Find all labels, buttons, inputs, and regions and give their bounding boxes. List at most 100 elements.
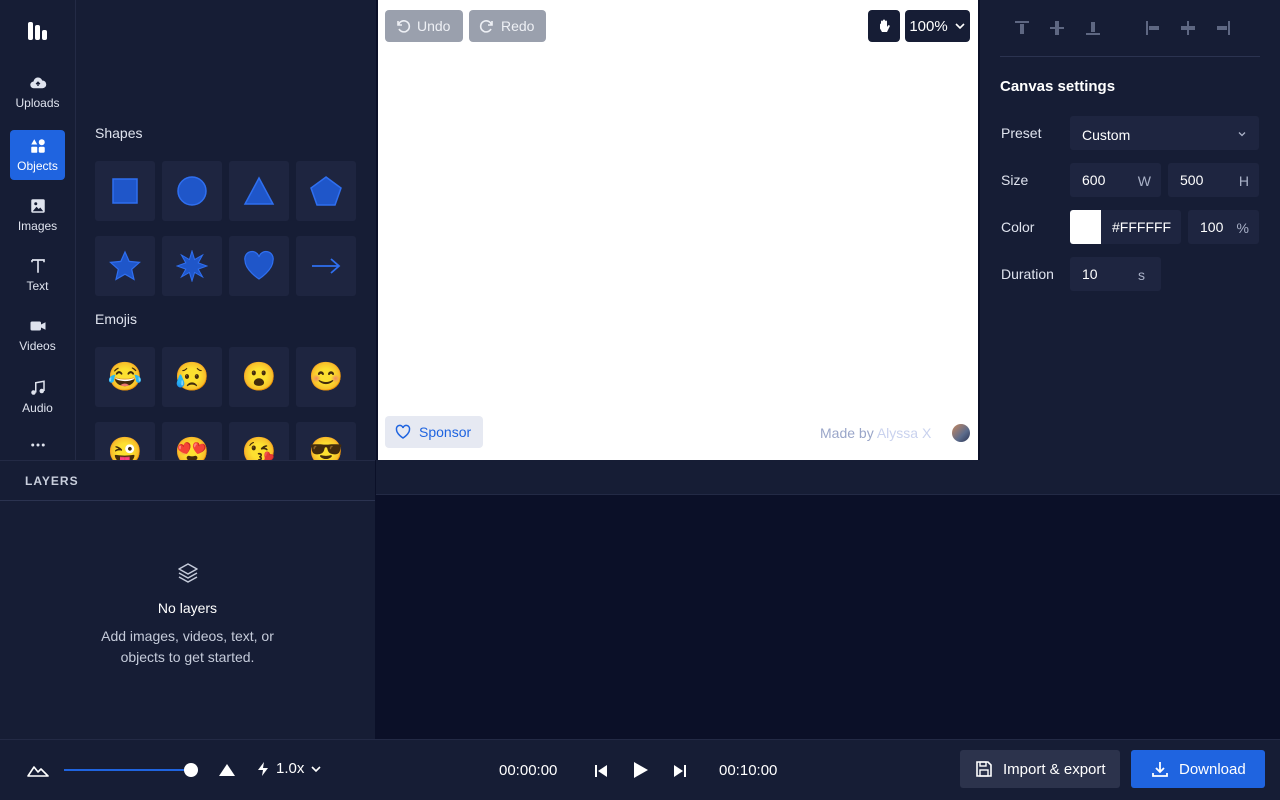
music-note-icon xyxy=(30,380,45,395)
more-horizontal-icon xyxy=(30,443,45,447)
align-right-icon[interactable] xyxy=(1213,18,1233,38)
undo-label: Undo xyxy=(417,18,451,34)
skip-forward-button[interactable] xyxy=(671,762,689,780)
layers-stack-icon xyxy=(177,563,198,583)
mountain-large-icon xyxy=(219,764,235,776)
zoom-in-button[interactable] xyxy=(218,761,236,779)
sponsor-label: Sponsor xyxy=(419,424,472,440)
download-button[interactable]: Download xyxy=(1131,750,1265,788)
timeline-zoom-track[interactable] xyxy=(64,769,198,771)
made-by-prefix: Made by xyxy=(820,425,874,441)
author-avatar xyxy=(952,424,970,442)
current-time: 00:00:00 xyxy=(499,762,558,779)
rail-item-images[interactable]: Images xyxy=(10,190,65,240)
shape-star-tile[interactable] xyxy=(95,236,155,296)
shapes-section-title: Shapes xyxy=(95,125,143,141)
timeline-ruler[interactable] xyxy=(376,460,1280,495)
made-by-credit[interactable]: Made by Alyssa X xyxy=(820,425,931,441)
shape-heart-tile[interactable] xyxy=(229,236,289,296)
rail-item-label: Uploads xyxy=(15,96,60,110)
duration-value: 10 xyxy=(1082,266,1098,282)
redo-icon xyxy=(479,20,493,33)
divider xyxy=(1000,56,1260,57)
color-swatch[interactable] xyxy=(1070,210,1101,244)
rail-item-videos[interactable]: Videos xyxy=(10,310,65,360)
layers-empty-state: No layers Add images, videos, text, or o… xyxy=(0,561,375,668)
align-top-icon[interactable] xyxy=(1012,18,1032,38)
shape-square-tile[interactable] xyxy=(95,161,155,221)
text-t-icon xyxy=(30,259,45,273)
left-rail: Uploads Objects Images Text Videos Audio xyxy=(0,0,76,460)
align-center-horizontal-icon[interactable] xyxy=(1178,18,1198,38)
align-left-icon[interactable] xyxy=(1143,18,1163,38)
preset-value: Custom xyxy=(1082,126,1131,143)
chevron-down-icon xyxy=(311,765,321,772)
canvas-settings-title: Canvas settings xyxy=(1000,78,1116,95)
color-hex-input[interactable]: #FFFFFF xyxy=(1101,210,1181,244)
timeline-zoom-knob[interactable] xyxy=(184,763,199,777)
emoji-tile[interactable]: 😘 xyxy=(229,422,289,460)
width-input[interactable]: 600 W xyxy=(1070,163,1161,197)
emoji-sunglasses-icon: 😎 xyxy=(308,436,344,461)
opacity-input[interactable]: 100 % xyxy=(1188,210,1259,244)
emoji-tile[interactable]: 😜 xyxy=(95,422,155,460)
burst-star-icon xyxy=(176,250,208,282)
height-input[interactable]: 500 H xyxy=(1168,163,1259,197)
rail-item-objects[interactable]: Objects xyxy=(10,130,65,180)
preset-label: Preset xyxy=(1001,125,1042,141)
play-icon xyxy=(634,762,648,778)
objects-grid-icon xyxy=(30,139,45,153)
objects-panel: Shapes Emojis 😂 😥 😮 😊 😜 😍 😘 😎 xyxy=(76,0,376,460)
emoji-tile[interactable]: 😍 xyxy=(162,422,222,460)
shape-pentagon-tile[interactable] xyxy=(296,161,356,221)
layers-panel: LAYERS No layers Add images, videos, tex… xyxy=(0,460,375,739)
emoji-surprised-icon: 😮 xyxy=(241,361,277,392)
speed-dropdown[interactable]: 1.0x xyxy=(256,760,322,777)
redo-label: Redo xyxy=(501,18,535,34)
duration-suffix: s xyxy=(1138,267,1145,283)
emoji-heart-eyes-icon: 😍 xyxy=(174,436,210,461)
app-logo-icon[interactable] xyxy=(26,20,52,42)
cloud-upload-icon xyxy=(29,77,46,89)
zoom-out-button[interactable] xyxy=(27,760,49,780)
emoji-tile[interactable]: 😊 xyxy=(296,347,356,407)
preset-select[interactable]: Custom xyxy=(1070,116,1259,150)
timeline-area[interactable] xyxy=(376,460,1280,739)
rail-item-text[interactable]: Text xyxy=(10,250,65,300)
align-bottom-icon[interactable] xyxy=(1083,18,1103,38)
align-middle-vertical-icon[interactable] xyxy=(1047,18,1067,38)
playback-bar: 1.0x 00:00:00 00:10:00 Import & export D… xyxy=(0,739,1280,800)
shape-circle-tile[interactable] xyxy=(162,161,222,221)
canvas-stage[interactable]: Undo Redo 100% Sponsor Made by Alyssa X xyxy=(376,0,980,460)
emoji-tile[interactable]: 😂 xyxy=(95,347,155,407)
pan-hand-button[interactable] xyxy=(868,10,900,42)
more-button[interactable] xyxy=(10,430,65,460)
redo-button[interactable]: Redo xyxy=(469,10,546,42)
speed-label: 1.0x xyxy=(276,760,305,777)
duration-input[interactable]: 10 s xyxy=(1070,257,1161,291)
import-export-button[interactable]: Import & export xyxy=(960,750,1120,788)
play-button[interactable] xyxy=(628,758,652,782)
emoji-tile[interactable]: 😥 xyxy=(162,347,222,407)
image-icon xyxy=(30,199,45,213)
sponsor-button[interactable]: Sponsor xyxy=(385,416,483,448)
rail-item-audio[interactable]: Audio xyxy=(10,372,65,422)
rail-item-label: Text xyxy=(26,279,49,293)
undo-button[interactable]: Undo xyxy=(385,10,463,42)
color-hex-value: #FFFFFF xyxy=(1112,219,1172,235)
emoji-tile[interactable]: 😎 xyxy=(296,422,356,460)
skip-back-button[interactable] xyxy=(592,762,610,780)
circle-icon xyxy=(177,176,207,206)
emoji-tile[interactable]: 😮 xyxy=(229,347,289,407)
shape-triangle-tile[interactable] xyxy=(229,161,289,221)
shape-arrow-tile[interactable] xyxy=(296,236,356,296)
height-suffix: H xyxy=(1238,173,1249,189)
opacity-suffix: % xyxy=(1236,220,1249,236)
rail-item-label: Images xyxy=(17,219,58,233)
width-value: 600 xyxy=(1082,172,1106,188)
shape-burst-tile[interactable] xyxy=(162,236,222,296)
zoom-dropdown[interactable]: 100% xyxy=(905,10,970,42)
rail-item-uploads[interactable]: Uploads xyxy=(10,67,65,117)
video-camera-icon xyxy=(30,321,45,331)
arrow-right-icon xyxy=(312,258,341,274)
